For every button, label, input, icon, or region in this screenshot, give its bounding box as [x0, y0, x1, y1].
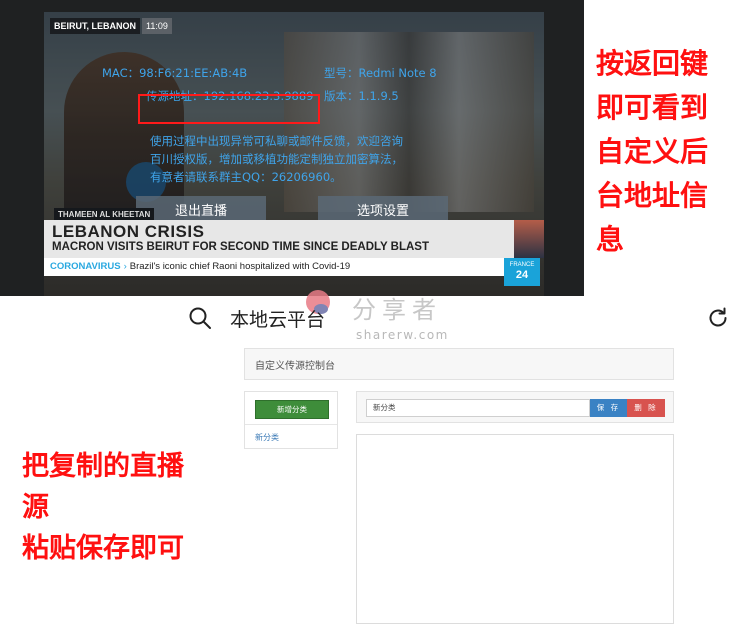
channel-logo-number: 24 [515, 269, 529, 281]
caption-line: 台地址信 [596, 179, 709, 212]
console-header: 自定义传源控制台 [244, 348, 674, 380]
console-title: 自定义传源控制台 [255, 361, 335, 372]
channel-logo-top: FRANCE [509, 262, 535, 268]
page-title: 本地云平台 [230, 309, 326, 331]
notice-line: 有意者请联系群主QQ：26206960。 [150, 170, 342, 184]
caption-line: 按返回键 [596, 47, 709, 80]
search-icon[interactable] [188, 306, 212, 330]
ticker-arrow-icon: › [123, 261, 127, 272]
headline-thumbnail [514, 220, 544, 258]
caption-line: 把复制的直播 [22, 451, 184, 482]
news-ticker: CORONAVIRUS › Brazil's iconic chief Raoni … [44, 258, 504, 276]
location-label: BEIRUT, LEBANON [50, 18, 141, 34]
save-button[interactable]: 保 存 [590, 399, 627, 417]
headline-text: LEBANON CRISIS [52, 222, 205, 241]
caption-right: 按返回键 即可看到 自定义后 台地址信 息 [596, 42, 746, 262]
divider [245, 424, 337, 425]
caption-line: 粘贴保存即可 [22, 533, 184, 564]
screenshot-root: BEIRUT, LEBANON 11:09 MAC：98:F6:21:EE:AB:… [0, 0, 750, 630]
caption-line: 自定义后 [596, 135, 709, 168]
mac-address: MAC：98:F6:21:EE:AB:4B [102, 66, 248, 80]
ticker-text: Brazil's iconic chief Raoni hospitalized… [129, 261, 351, 272]
location-bar: BEIRUT, LEBANON 11:09 [50, 18, 172, 34]
notice-line: 百川授权版，增加或移植功能定制独立加密算法， [150, 152, 403, 166]
caption-line: 源 [22, 492, 49, 523]
device-model: 型号：Redmi Note 8 [324, 66, 437, 80]
ticker-tag: CORONAVIRUS [50, 261, 121, 272]
category-item[interactable]: 新分类 [255, 432, 279, 443]
source-address-highlight [138, 94, 320, 124]
time-label: 11:09 [142, 18, 172, 34]
app-version: 版本：1.1.9.5 [324, 89, 399, 103]
subheadline-text: MACRON VISITS BEIRUT FOR SECOND TIME SIN… [52, 241, 429, 253]
caption-line: 即可看到 [596, 91, 709, 124]
tv-screen: BEIRUT, LEBANON 11:09 MAC：98:F6:21:EE:AB:… [0, 0, 584, 296]
category-name-input[interactable]: 新分类 [366, 399, 590, 417]
source-editor[interactable] [356, 434, 674, 624]
delete-button[interactable]: 删 除 [627, 399, 665, 417]
category-form: 新分类 保 存 删 除 [356, 391, 674, 423]
category-panel: 新增分类 新分类 [244, 391, 338, 449]
caption-line: 息 [596, 223, 625, 256]
headline-banner: LEBANON CRISIS MACRON VISITS BEIRUT FOR … [44, 220, 514, 258]
browser-bar: 本地云平台 [184, 302, 740, 336]
add-category-button[interactable]: 新增分类 [255, 400, 329, 419]
notice-text: 使用过程中出现异常可私聊或邮件反馈，欢迎咨询 百川授权版，增加或移植功能定制独立… [150, 132, 450, 186]
refresh-icon[interactable] [706, 306, 730, 330]
notice-line: 使用过程中出现异常可私聊或邮件反馈，欢迎咨询 [150, 134, 403, 148]
channel-logo: FRANCE 24 [504, 258, 540, 286]
caption-left: 把复制的直播 源 粘贴保存即可 [22, 446, 232, 569]
